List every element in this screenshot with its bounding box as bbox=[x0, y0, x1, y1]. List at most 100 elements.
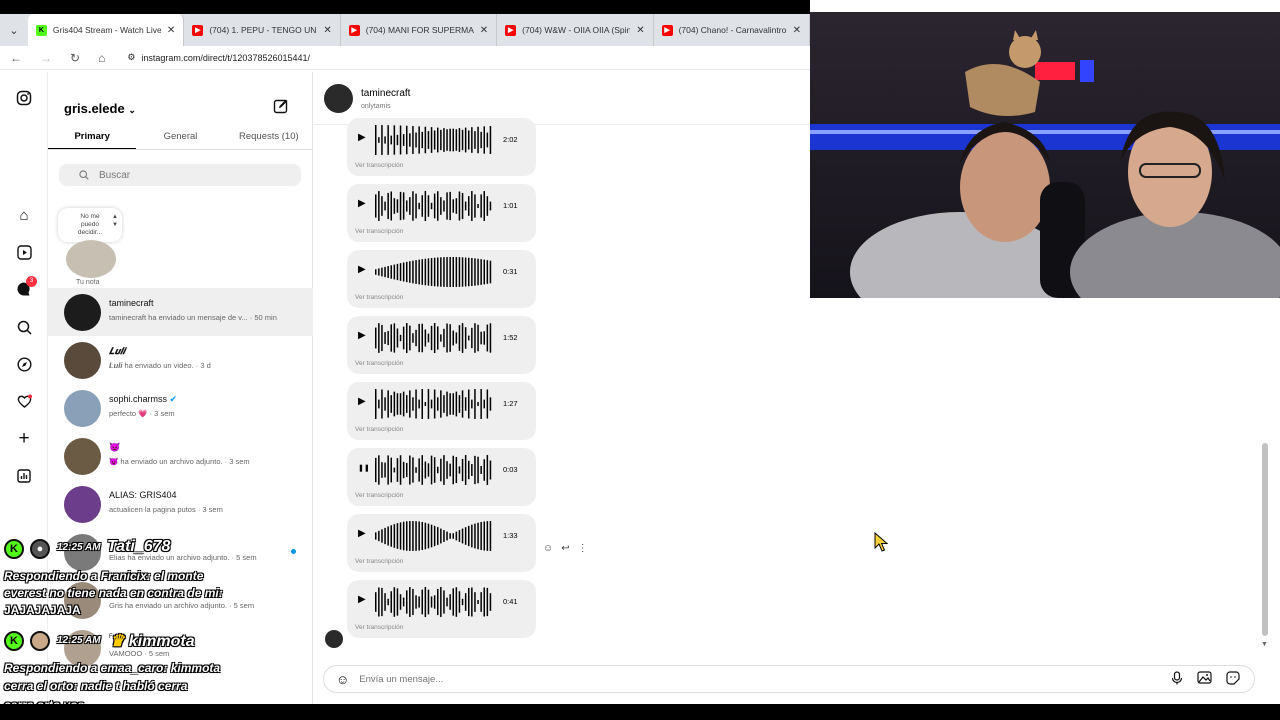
screen-edge bbox=[0, 704, 1280, 720]
dashboard-icon[interactable] bbox=[14, 466, 34, 486]
view-transcript-link[interactable]: Ver transcripción bbox=[355, 228, 403, 235]
image-icon[interactable] bbox=[1197, 671, 1212, 687]
forward-icon[interactable]: → bbox=[40, 51, 52, 65]
browser-tab[interactable]: ▶ (704) Chano! - Carnavalintro - Y ✕ bbox=[654, 14, 810, 46]
tab-search-chevron-icon[interactable]: ⌄ bbox=[0, 14, 28, 46]
emoji-icon[interactable]: ☺ bbox=[336, 672, 349, 687]
waveform[interactable] bbox=[373, 123, 493, 157]
browser-tab[interactable]: ▶ (704) MANI FOR SUPERMARKE ✕ bbox=[341, 14, 498, 46]
message-composer: ☺ bbox=[323, 665, 1255, 693]
search-placeholder: Buscar bbox=[99, 169, 131, 181]
waveform[interactable] bbox=[373, 585, 493, 619]
scrollbar[interactable] bbox=[1262, 298, 1268, 648]
sticker-icon[interactable] bbox=[1226, 670, 1240, 688]
tab-title: (704) 1. PEPU - TENGO UN FEE bbox=[209, 25, 317, 35]
tab-general[interactable]: General bbox=[136, 128, 224, 149]
close-tab-icon[interactable]: ✕ bbox=[793, 25, 801, 36]
view-transcript-link[interactable]: Ver transcripción bbox=[355, 426, 403, 433]
voice-message: ▶ 1:52 Ver transcripción bbox=[347, 316, 536, 374]
youtube-icon: ▶ bbox=[505, 24, 517, 36]
messages-icon[interactable]: 3 bbox=[14, 276, 37, 299]
home-nav-icon[interactable]: ⌂ bbox=[14, 205, 34, 225]
chat-time: 12:25 AM bbox=[57, 542, 101, 553]
chevron-down-icon: ⌄ bbox=[128, 105, 136, 115]
note-bubble[interactable]: No me puedo decidir... ▲ ▼ bbox=[58, 208, 122, 242]
explore-icon[interactable] bbox=[14, 354, 34, 374]
tab-primary[interactable]: Primary bbox=[48, 128, 137, 149]
react-emoji-icon[interactable]: ☺ bbox=[543, 543, 553, 554]
browser-tab[interactable]: K Gris404 Stream - Watch Live on ✕ bbox=[27, 14, 185, 46]
heart-icon[interactable] bbox=[14, 391, 34, 411]
new-message-icon[interactable] bbox=[273, 98, 289, 118]
kick-badge-icon: K bbox=[4, 539, 24, 559]
youtube-icon: ▶ bbox=[661, 24, 673, 36]
verified-badge-icon: ✔ bbox=[169, 394, 178, 404]
waveform[interactable] bbox=[373, 321, 493, 355]
message-input[interactable] bbox=[359, 673, 1171, 685]
close-tab-icon[interactable]: ✕ bbox=[167, 25, 175, 36]
url-field[interactable]: ⚙ instagram.com/direct/t/120378526015441… bbox=[127, 52, 310, 63]
username-label: gris.elede bbox=[64, 101, 125, 116]
waveform[interactable] bbox=[373, 255, 493, 289]
conversation-item[interactable]: sophi.charmss ✔ perfecto 💗 · 3 sem bbox=[48, 384, 313, 432]
reels-icon[interactable] bbox=[14, 242, 34, 262]
voice-duration: 2:02 bbox=[503, 135, 518, 144]
account-switcher[interactable]: gris.elede ⌄ bbox=[64, 101, 136, 116]
instagram-logo-icon[interactable] bbox=[14, 88, 34, 108]
view-transcript-link[interactable]: Ver transcripción bbox=[355, 492, 403, 499]
chat-message: JAJAJAJAJA bbox=[4, 603, 81, 617]
search-input[interactable]: Buscar bbox=[59, 164, 301, 186]
tab-requests[interactable]: Requests (10) bbox=[225, 128, 313, 149]
waveform[interactable] bbox=[373, 189, 493, 223]
view-transcript-link[interactable]: Ver transcripción bbox=[355, 294, 403, 301]
conversation-item[interactable]: taminecraft taminecraft ha enviado un me… bbox=[48, 288, 313, 336]
close-tab-icon[interactable]: ✕ bbox=[636, 25, 644, 36]
reload-icon[interactable]: ↻ bbox=[70, 51, 80, 65]
conversation-item[interactable]: 👿 👿 ha enviado un archivo adjunto. · 3 s… bbox=[48, 432, 313, 480]
note-avatar[interactable] bbox=[66, 240, 116, 278]
play-icon[interactable]: ▶ bbox=[358, 264, 366, 275]
browser-tab-bar: ⌄ K Gris404 Stream - Watch Live on ✕ ▶ (… bbox=[0, 0, 810, 46]
avatar bbox=[64, 390, 101, 427]
conversation-preview: 𝑳𝒖𝒍𝒊 ha enviado un video. · 3 d bbox=[109, 361, 211, 370]
play-icon[interactable]: ▶ bbox=[358, 594, 366, 605]
view-transcript-link[interactable]: Ver transcripción bbox=[355, 162, 403, 169]
voice-message: ▶ 0:31 Ver transcripción bbox=[347, 250, 536, 308]
play-icon[interactable]: ▶ bbox=[358, 132, 366, 143]
view-transcript-link[interactable]: Ver transcripción bbox=[355, 360, 403, 367]
user-avatar-icon: ● bbox=[30, 539, 50, 559]
waveform[interactable] bbox=[373, 387, 493, 421]
more-options-icon[interactable]: ⋮ bbox=[578, 543, 588, 554]
close-tab-icon[interactable]: ✕ bbox=[480, 25, 488, 36]
search-nav-icon[interactable] bbox=[14, 317, 34, 337]
play-icon[interactable]: ▶ bbox=[358, 396, 366, 407]
back-icon[interactable]: ← bbox=[10, 51, 22, 65]
view-transcript-link[interactable]: Ver transcripción bbox=[355, 558, 403, 565]
play-icon[interactable]: ▶ bbox=[358, 330, 366, 341]
conversation-preview: perfecto 💗 · 3 sem bbox=[109, 409, 175, 418]
scroll-down-arrow-icon[interactable]: ▼ bbox=[1261, 641, 1268, 648]
chat-title[interactable]: taminecraft bbox=[361, 88, 410, 99]
avatar bbox=[325, 630, 343, 648]
browser-tab[interactable]: ▶ (704) W&W - OIIA OIIA (Spinn ✕ bbox=[497, 14, 654, 46]
conversation-item[interactable]: 𝑳𝒖𝒍𝒊 𝑳𝒖𝒍𝒊 ha enviado un video. · 3 d bbox=[48, 336, 313, 384]
avatar[interactable] bbox=[324, 84, 353, 113]
play-icon[interactable]: ▶ bbox=[358, 198, 366, 209]
pause-icon[interactable]: ❚❚ bbox=[358, 464, 370, 472]
waveform[interactable] bbox=[373, 453, 493, 487]
reply-icon[interactable]: ↩ bbox=[561, 543, 569, 554]
youtube-icon: ▶ bbox=[192, 24, 204, 36]
home-icon[interactable]: ⌂ bbox=[98, 51, 105, 65]
conversation-preview: taminecraft ha enviado un mensaje de v..… bbox=[109, 313, 277, 322]
microphone-icon[interactable] bbox=[1171, 670, 1183, 688]
site-info-icon[interactable]: ⚙ bbox=[127, 52, 135, 63]
scrollbar-thumb[interactable] bbox=[1262, 443, 1268, 636]
chat-message: cerra el orto: nadie t habló cerra bbox=[4, 679, 188, 693]
play-icon[interactable]: ▶ bbox=[358, 528, 366, 539]
close-tab-icon[interactable]: ✕ bbox=[323, 25, 331, 36]
waveform[interactable] bbox=[373, 519, 493, 553]
view-transcript-link[interactable]: Ver transcripción bbox=[355, 624, 403, 631]
create-icon[interactable]: + bbox=[14, 428, 34, 449]
notification-badge: 3 bbox=[26, 276, 37, 287]
browser-tab[interactable]: ▶ (704) 1. PEPU - TENGO UN FEE ✕ bbox=[184, 14, 341, 46]
